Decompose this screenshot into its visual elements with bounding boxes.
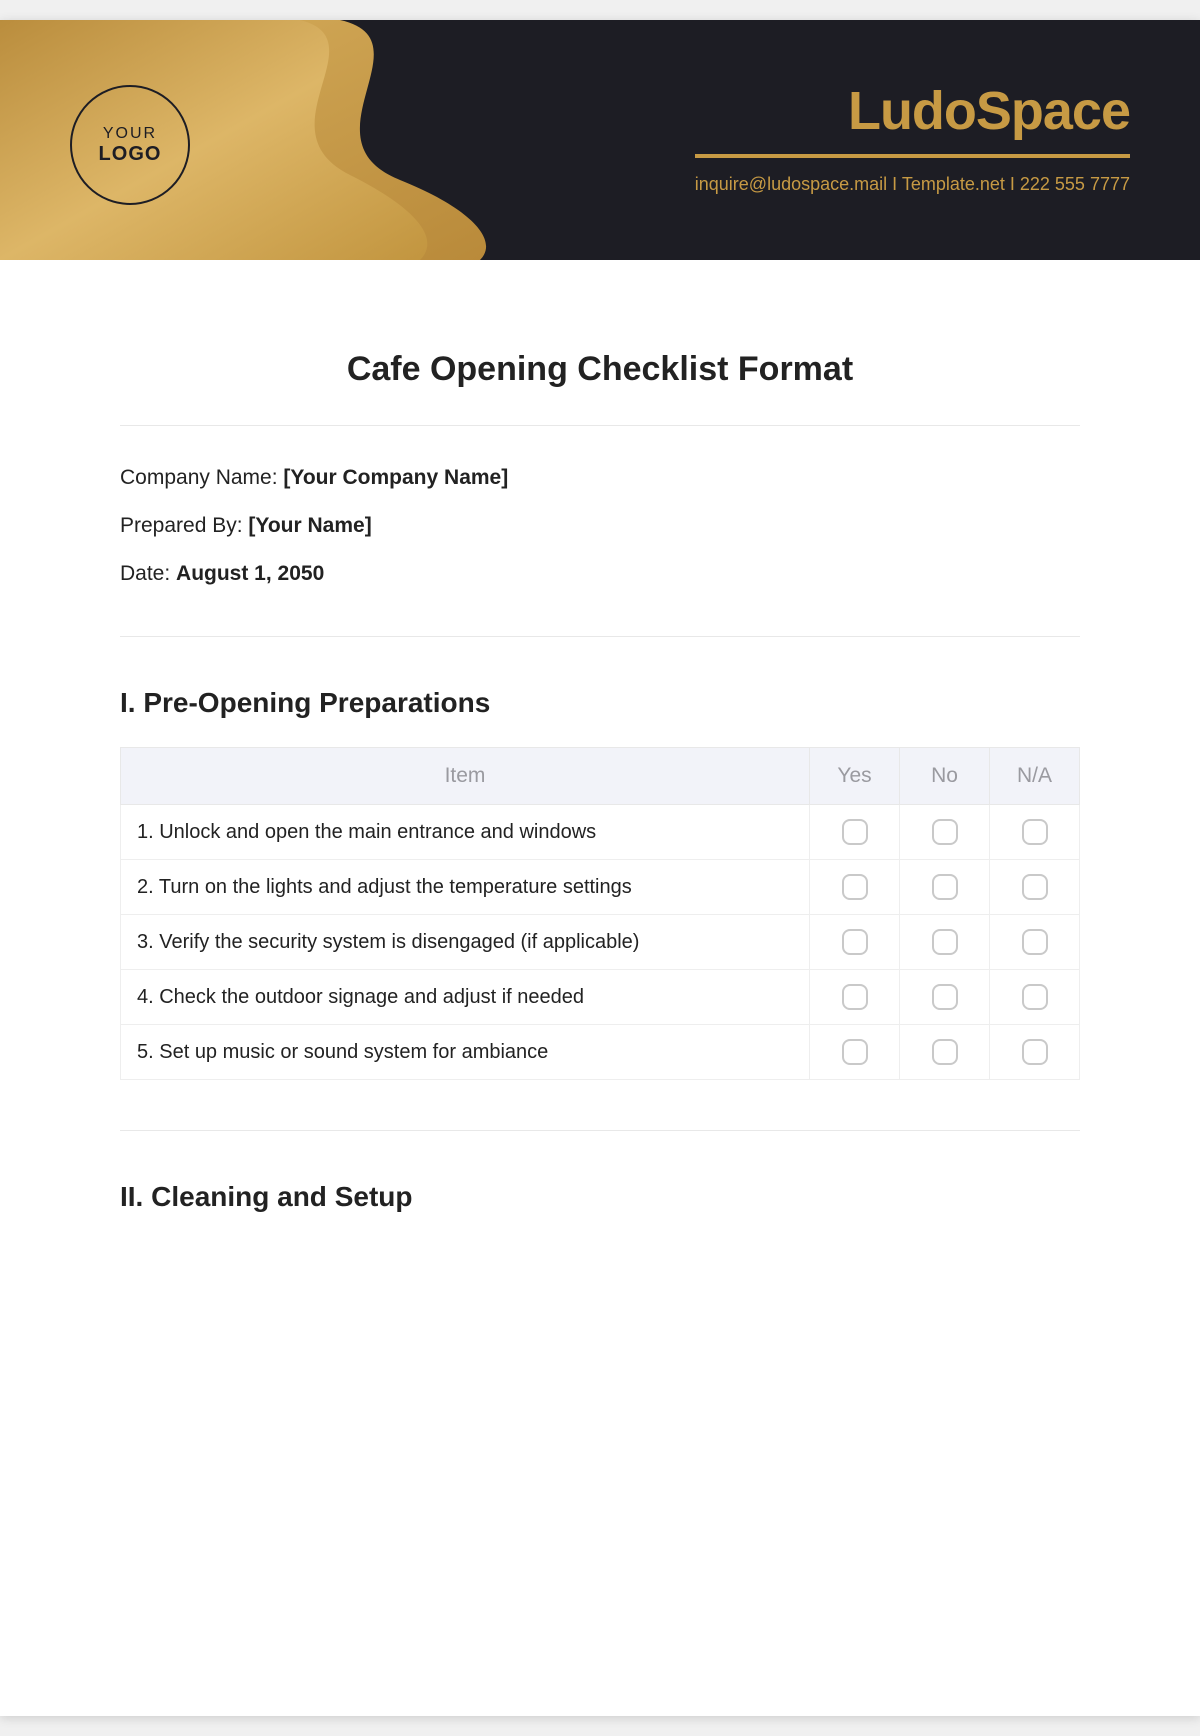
checklist-table-preopening: Item Yes No N/A 1. Unlock and open the m… xyxy=(120,747,1080,1080)
checkbox-na[interactable] xyxy=(1022,874,1048,900)
table-row: 4. Check the outdoor signage and adjust … xyxy=(121,970,1080,1025)
meta-label: Company Name: xyxy=(120,466,283,489)
checkbox-yes[interactable] xyxy=(842,984,868,1010)
section-heading-cleaning: II. Cleaning and Setup xyxy=(120,1181,1080,1213)
checkbox-na[interactable] xyxy=(1022,984,1048,1010)
meta-company: Company Name: [Your Company Name] xyxy=(120,466,1080,490)
meta-value: [Your Name] xyxy=(248,514,371,537)
checkbox-no[interactable] xyxy=(932,819,958,845)
brand-contact: inquire@ludospace.mail I Template.net I … xyxy=(695,174,1130,195)
checkbox-na[interactable] xyxy=(1022,819,1048,845)
header-banner: YOUR LOGO LudoSpace inquire@ludospace.ma… xyxy=(0,20,1200,260)
col-na: N/A xyxy=(990,748,1080,805)
item-text: 2. Turn on the lights and adjust the tem… xyxy=(121,860,810,915)
checkbox-yes[interactable] xyxy=(842,929,868,955)
meta-label: Prepared By: xyxy=(120,514,248,537)
page-title: Cafe Opening Checklist Format xyxy=(120,350,1080,389)
brand-underline xyxy=(695,154,1130,158)
item-text: 5. Set up music or sound system for ambi… xyxy=(121,1025,810,1080)
checkbox-no[interactable] xyxy=(932,984,958,1010)
item-text: 1. Unlock and open the main entrance and… xyxy=(121,805,810,860)
checkbox-no[interactable] xyxy=(932,929,958,955)
item-text: 3. Verify the security system is disenga… xyxy=(121,915,810,970)
meta-value: [Your Company Name] xyxy=(283,466,508,489)
table-row: 1. Unlock and open the main entrance and… xyxy=(121,805,1080,860)
checkbox-yes[interactable] xyxy=(842,819,868,845)
brand-block: LudoSpace inquire@ludospace.mail I Templ… xyxy=(695,80,1130,195)
checkbox-na[interactable] xyxy=(1022,929,1048,955)
table-row: 2. Turn on the lights and adjust the tem… xyxy=(121,860,1080,915)
checkbox-yes[interactable] xyxy=(842,874,868,900)
section-heading-preopening: I. Pre-Opening Preparations xyxy=(120,687,1080,719)
logo-placeholder: YOUR LOGO xyxy=(70,85,190,205)
table-header-row: Item Yes No N/A xyxy=(121,748,1080,805)
meta-value: August 1, 2050 xyxy=(176,562,324,585)
meta-prepared-by: Prepared By: [Your Name] xyxy=(120,514,1080,538)
divider xyxy=(120,1130,1080,1131)
table-row: 5. Set up music or sound system for ambi… xyxy=(121,1025,1080,1080)
item-text: 4. Check the outdoor signage and adjust … xyxy=(121,970,810,1025)
logo-line2: LOGO xyxy=(99,143,162,166)
meta-date: Date: August 1, 2050 xyxy=(120,562,1080,586)
table-row: 3. Verify the security system is disenga… xyxy=(121,915,1080,970)
meta-label: Date: xyxy=(120,562,176,585)
checkbox-no[interactable] xyxy=(932,874,958,900)
document-content: Cafe Opening Checklist Format Company Na… xyxy=(0,260,1200,1213)
brand-name: LudoSpace xyxy=(695,80,1130,142)
col-no: No xyxy=(900,748,990,805)
document-page: YOUR LOGO LudoSpace inquire@ludospace.ma… xyxy=(0,20,1200,1716)
checkbox-yes[interactable] xyxy=(842,1039,868,1065)
divider xyxy=(120,425,1080,426)
logo-line1: YOUR xyxy=(103,125,157,143)
checkbox-no[interactable] xyxy=(932,1039,958,1065)
col-yes: Yes xyxy=(810,748,900,805)
col-item: Item xyxy=(121,748,810,805)
divider xyxy=(120,636,1080,637)
checkbox-na[interactable] xyxy=(1022,1039,1048,1065)
